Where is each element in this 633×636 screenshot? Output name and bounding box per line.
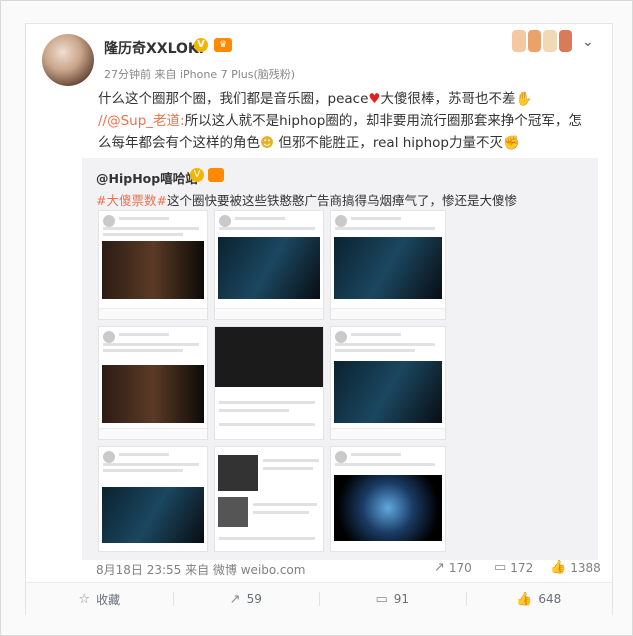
like-stat[interactable]: 👍 1388 — [550, 560, 601, 575]
post-text: 什么这个圈那个圈，我们都是音乐圈，peace♥大傻很棒，苏哥也不差✋ //@Su… — [98, 88, 598, 154]
post-text-line3b: 但邪不能胜正，real hiphop力量不灭 — [274, 135, 504, 151]
decor-sticker-icons — [512, 30, 572, 56]
collage-image[interactable] — [98, 210, 208, 320]
image-collage[interactable] — [98, 210, 446, 552]
level-badge-icon: ♛ — [214, 38, 232, 52]
avatar[interactable] — [42, 34, 94, 86]
chevron-down-icon[interactable]: ⌄ — [582, 34, 594, 50]
collage-image[interactable] — [330, 446, 446, 552]
grin-emoji-icon: ☻ — [260, 135, 275, 151]
mention-link[interactable]: //@Sup_老道: — [98, 113, 185, 129]
favorite-button[interactable]: ☆ 收藏 — [26, 583, 173, 615]
like-count: 648 — [538, 592, 562, 606]
repost-body: 这个圈快要被这些铁憨憨广告商搞得乌烟瘴气了，惨还是大傻惨 — [166, 193, 517, 208]
post-username[interactable]: 隆历奇XXLOKI — [104, 38, 204, 58]
post-text-line1a: 什么这个圈那个圈，我们都是音乐圈，peace — [98, 91, 369, 107]
star-icon: ☆ — [78, 591, 91, 607]
like-icon: 👍 — [550, 560, 567, 575]
like-icon: 👍 — [516, 591, 533, 607]
repost-time: 8月18日 23:55 来自 微博 weibo.com — [96, 563, 306, 577]
repost-count: 170 — [448, 560, 472, 575]
favorite-label: 收藏 — [96, 592, 121, 607]
weibo-card: 隆历奇XXLOKI V ♛ 27分钟前 来自 iPhone 7 Plus(脑残粉… — [25, 23, 613, 615]
comment-icon: ▭ — [375, 591, 388, 607]
verified-badge-icon: V — [194, 38, 208, 52]
verified-badge-icon: V — [190, 168, 204, 182]
comment-icon: ▭ — [494, 560, 507, 575]
comment-count: 91 — [393, 592, 410, 606]
share-icon: ↗ — [229, 591, 241, 607]
repost-footer: 8月18日 23:55 来自 微博 weibo.com ↗ 170 ▭ 172 … — [82, 560, 601, 580]
repost-text: #大傻票数#这个圈快要被这些铁憨憨广告商搞得乌烟瘴气了，惨还是大傻惨 — [96, 190, 586, 209]
screenshot-frame: 隆历奇XXLOKI V ♛ 27分钟前 来自 iPhone 7 Plus(脑残粉… — [0, 0, 633, 636]
comment-button[interactable]: ▭ 91 — [319, 583, 466, 615]
collage-image[interactable] — [98, 326, 208, 440]
collage-image[interactable] — [330, 326, 446, 440]
comment-count: 172 — [510, 560, 534, 575]
hashtag-link[interactable]: #大傻票数# — [96, 193, 167, 208]
heart-icon: ♥ — [368, 91, 381, 107]
share-button[interactable]: ↗ 59 — [172, 583, 320, 615]
level-badge-icon — [208, 168, 224, 182]
fist-emoji-icon: ✊ — [503, 135, 520, 151]
collage-image[interactable] — [214, 210, 324, 320]
action-bar: ☆ 收藏 ↗ 59 ▭ 91 👍 648 — [26, 582, 612, 615]
comment-stat[interactable]: ▭ 172 — [494, 560, 533, 575]
collage-image[interactable] — [214, 326, 324, 440]
post-text-line1b: 大傻很棒，苏哥也不差 — [380, 91, 516, 107]
reposted-content[interactable]: @HipHop嘻哈站 V #大傻票数#这个圈快要被这些铁憨憨广告商搞得乌烟瘴气了… — [82, 158, 598, 560]
repost-username[interactable]: @HipHop嘻哈站 — [96, 168, 198, 187]
repost-stat[interactable]: ↗ 170 — [434, 560, 472, 575]
pray-emoji-icon: ✋ — [515, 91, 533, 107]
like-count: 1388 — [570, 560, 601, 575]
share-count: 59 — [246, 592, 262, 606]
post-meta: 27分钟前 来自 iPhone 7 Plus(脑残粉) — [104, 68, 296, 81]
like-button[interactable]: 👍 648 — [465, 583, 613, 615]
collage-image[interactable] — [330, 210, 446, 320]
post-text-line3: 么每年都会有个这样的角色 — [98, 135, 260, 151]
post-text-line2: 所以这人就不是hiphop圈的，却非要用流行圈那套来挣个冠军，怎 — [184, 113, 582, 129]
collage-image[interactable] — [214, 446, 324, 552]
repost-icon: ↗ — [434, 560, 445, 575]
collage-image[interactable] — [98, 446, 208, 552]
